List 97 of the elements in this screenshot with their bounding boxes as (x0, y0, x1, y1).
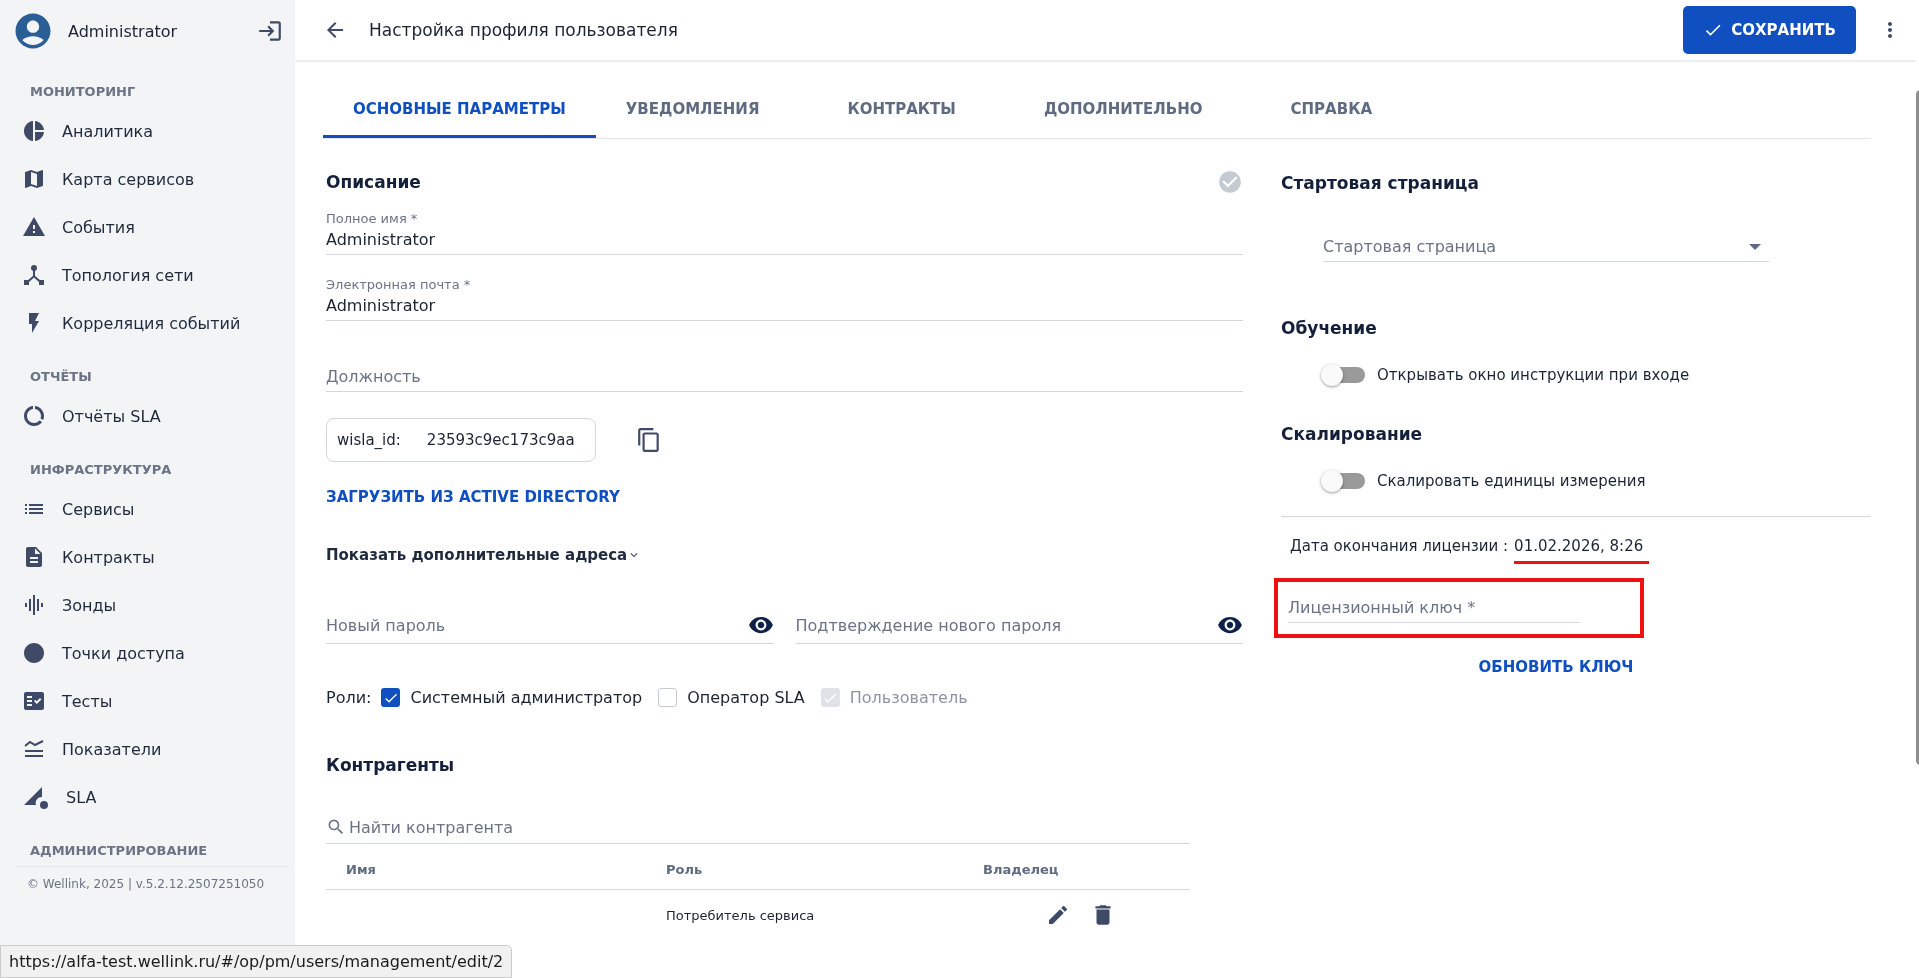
update-key-button[interactable]: ОБНОВИТЬ КЛЮЧ (1478, 658, 1634, 676)
sidebar-item[interactable]: Сервисы (0, 485, 295, 533)
field-placeholder: Должность (326, 367, 422, 386)
sidebar-item-label: Точки доступа (62, 643, 185, 663)
section-title: АДМИНИСТРИРОВАНИЕ (29, 843, 209, 858)
checkbox-label: Системный администратор (410, 688, 643, 707)
id-field[interactable]: wisla_id: 23593c9ec173c9aa (326, 418, 596, 462)
sidebar-item[interactable]: SLA (0, 773, 295, 821)
dropdown-arrow-icon (1749, 243, 1761, 250)
text-field[interactable]: Полное имя * Administrator (326, 211, 1243, 255)
field-placeholder: Новый пароль (326, 615, 446, 635)
search-field[interactable]: Найти контрагента (326, 817, 1190, 844)
status-url: https://alfa-test.wellink.ru/#/op/pm/users/management/edit/2 (0, 945, 513, 978)
version-text: © Wellink, 2025 | v.5.2.12.2507251050 (17, 866, 289, 891)
page-title: Настройка профиля пользователя (369, 20, 679, 40)
sidebar-item-label: Контракты (62, 547, 155, 567)
sidebar-item[interactable]: Карта сервисов (0, 155, 295, 203)
toggle-label: Скалировать единицы измерения (1377, 472, 1646, 490)
sidebar-item-label: Сервисы (62, 499, 135, 519)
field-value: Administrator (326, 296, 437, 315)
column-header: Имя (346, 862, 377, 877)
sidebar-item[interactable]: Контракты (0, 533, 295, 581)
section-title: Обучение (1281, 318, 1378, 338)
sidebar-item-label: Зонды (62, 595, 117, 615)
section-title: Контрагенты (326, 755, 456, 775)
section-title: Скалирование (1281, 424, 1424, 444)
sidebar-item-label: Отчёты SLA (62, 406, 161, 426)
toggle-switch[interactable] (1323, 367, 1365, 383)
sidebar-item-label: Карта сервисов (62, 169, 195, 189)
table-cell-text: Потребитель сервиса (666, 907, 816, 923)
sidebar-item-label: SLA (66, 787, 97, 807)
map-icon (22, 167, 46, 191)
signal-bars-icon (22, 593, 46, 617)
section-title: МОНИТОРИНГ (29, 84, 137, 99)
sidebar-item[interactable]: Тесты (0, 677, 295, 725)
warning-icon (22, 215, 46, 239)
checkbox[interactable] (381, 688, 401, 707)
sidebar-item-label: Топология сети (62, 265, 194, 285)
field-label: Полное имя * (326, 211, 419, 226)
pie-chart-icon (22, 119, 46, 143)
select-field[interactable]: Стартовая страница (1323, 237, 1769, 262)
column-header: Роль (666, 862, 704, 877)
password-field[interactable]: Новый пароль (326, 612, 774, 644)
field-label: Электронная почта * (326, 277, 472, 292)
license-label: Дата окончания лицензии : (1290, 537, 1509, 557)
text-field[interactable]: Должность (326, 367, 1243, 392)
license-key-field[interactable]: Лицензионный ключ * (1288, 598, 1580, 623)
field-placeholder: Стартовая страница (1323, 237, 1497, 256)
load-directory-button[interactable]: ЗАГРУЗИТЬ ИЗ ACTIVE DIRECTORY (326, 488, 620, 506)
checklist-icon (22, 689, 46, 713)
toggle-switch[interactable] (1323, 473, 1365, 489)
user-name: Administrator (68, 21, 179, 41)
column-header: Владелец (983, 862, 1060, 877)
tab[interactable]: СПРАВКА (1260, 80, 1402, 138)
id-label: wisla_id: (337, 431, 401, 449)
sidebar-item-label: Тесты (62, 691, 113, 711)
tab[interactable]: УВЕДОМЛЕНИЯ (595, 80, 790, 138)
sidebar-item[interactable]: Отчёты SLA (0, 392, 295, 440)
toggle-label: Открывать окно инструкции при входе (1377, 366, 1690, 384)
license-date: 01.02.2026, 8:26 (1514, 537, 1650, 564)
field-placeholder: Подтверждение нового пароля (795, 615, 1062, 635)
id-value: 23593c9ec173c9aa (426, 431, 575, 449)
sidebar-item[interactable]: Корреляция событий (0, 299, 295, 347)
tab[interactable]: ОСНОВНЫЕ ПАРАМЕТРЫ (323, 80, 596, 138)
sidebar-item[interactable]: Топология сети (0, 251, 295, 299)
checkbox-label: Пользователь (849, 688, 968, 707)
copy-icon[interactable] (636, 427, 662, 453)
save-button[interactable]: СОХРАНИТЬ (1683, 6, 1856, 54)
field-placeholder: Лицензионный ключ * (1288, 598, 1476, 617)
checkbox-label: Оператор SLA (687, 688, 805, 707)
show-addresses-link[interactable]: Показать дополнительные адреса (326, 546, 628, 564)
tab[interactable]: ДОПОЛНИТЕЛЬНО (1013, 80, 1233, 138)
sidebar-item[interactable]: Показатели (0, 725, 295, 773)
text-field[interactable]: Электронная почта * Administrator (326, 277, 1243, 321)
section-title: Стартовая страница (1281, 173, 1480, 193)
sidebar-item[interactable]: События (0, 203, 295, 251)
field-placeholder: Найти контрагента (349, 817, 514, 837)
circle-icon (22, 641, 46, 665)
tab[interactable]: КОНТРАКТЫ (817, 80, 986, 138)
checkbox[interactable] (658, 688, 678, 707)
sidebar-item[interactable]: Точки доступа (0, 629, 295, 677)
field-value: Administrator (326, 230, 437, 249)
section-title: ИНФРАСТРУКТУРА (29, 462, 173, 477)
topology-icon (22, 263, 46, 287)
roles-label: Роли: (326, 688, 372, 707)
sidebar-item-label: Показатели (62, 739, 162, 759)
ring-icon (22, 404, 46, 428)
sidebar-item-label: Аналитика (62, 121, 154, 141)
section-title: Описание (326, 172, 421, 192)
sidebar-item-label: Корреляция событий (62, 313, 241, 333)
password-field[interactable]: Подтверждение нового пароля (795, 612, 1243, 644)
search-icon (326, 817, 346, 837)
sidebar-item[interactable]: Аналитика (0, 107, 295, 155)
sidebar-item-label: События (62, 217, 135, 237)
logout-icon[interactable] (257, 18, 283, 44)
section-title: ОТЧЁТЫ (29, 369, 93, 384)
sidebar-item[interactable]: Зонды (0, 581, 295, 629)
